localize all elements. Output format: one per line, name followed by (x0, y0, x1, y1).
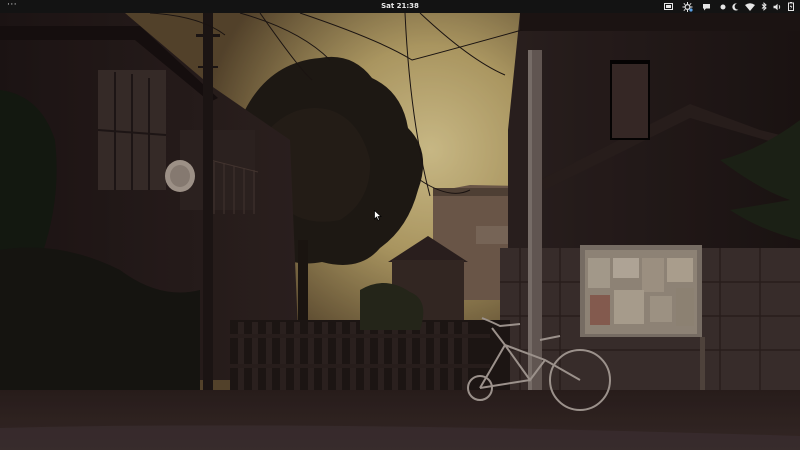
network-status-icon[interactable] (682, 0, 693, 13)
night-light-icon[interactable] (732, 0, 739, 13)
top-bar: ··· Sat 21:38 (0, 0, 800, 13)
desktop-wallpaper (0, 13, 800, 450)
battery-icon[interactable] (788, 0, 794, 13)
volume-icon[interactable] (773, 0, 782, 13)
system-tray (664, 0, 794, 13)
dot-indicator-icon[interactable] (720, 0, 726, 13)
bluetooth-icon[interactable] (761, 0, 767, 13)
activities-button[interactable]: ··· (7, 0, 17, 13)
chat-icon[interactable] (702, 0, 711, 13)
mouse-pointer-icon (374, 206, 382, 221)
wifi-icon[interactable] (745, 0, 755, 13)
desktop-screen: ··· Sat 21:38 (0, 0, 800, 450)
display-icon[interactable] (664, 0, 673, 13)
clock-button[interactable]: Sat 21:38 (370, 0, 430, 13)
